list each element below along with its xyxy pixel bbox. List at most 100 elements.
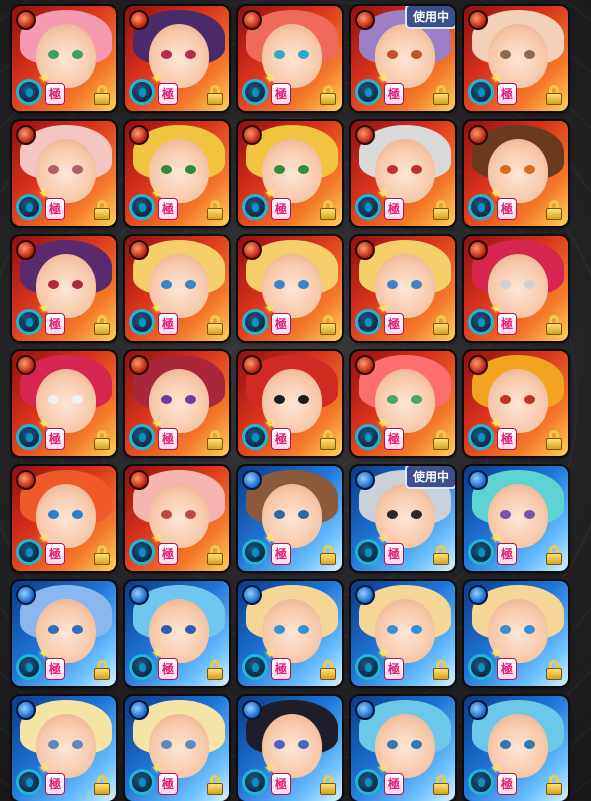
water-element-icon bbox=[242, 585, 262, 605]
portrait-eye bbox=[524, 50, 535, 59]
lock-icon[interactable] bbox=[207, 85, 223, 105]
lock-icon[interactable] bbox=[207, 430, 223, 450]
monster-card[interactable]: ✦ 極 bbox=[12, 236, 116, 341]
fire-element-icon bbox=[16, 125, 36, 145]
lock-icon[interactable] bbox=[207, 660, 223, 680]
kiwami-badge: 極 bbox=[271, 313, 292, 335]
lock-icon[interactable] bbox=[320, 775, 336, 795]
monster-card[interactable]: ✦ 極 bbox=[464, 696, 568, 801]
monster-card[interactable]: ✦ 極 bbox=[238, 466, 342, 571]
monster-card[interactable]: ✦ 極 bbox=[351, 581, 455, 686]
kiwami-badge: 極 bbox=[158, 83, 179, 105]
lock-icon[interactable] bbox=[433, 200, 449, 220]
monster-card[interactable]: ✦ 極 bbox=[125, 351, 229, 456]
lock-body bbox=[94, 323, 110, 335]
monster-card[interactable]: ✦ 極 bbox=[12, 121, 116, 226]
lock-icon[interactable] bbox=[433, 430, 449, 450]
lock-icon[interactable] bbox=[433, 315, 449, 335]
portrait-eye bbox=[185, 395, 196, 404]
monster-card[interactable]: ✦ 極 bbox=[464, 121, 568, 226]
lock-icon[interactable] bbox=[546, 85, 562, 105]
in-use-badge: 使用中 bbox=[404, 6, 455, 29]
portrait-eye bbox=[524, 395, 535, 404]
lock-body bbox=[433, 438, 449, 450]
lock-icon[interactable] bbox=[94, 660, 110, 680]
portrait-eye bbox=[161, 165, 172, 174]
lock-icon[interactable] bbox=[546, 545, 562, 565]
monster-card[interactable]: ✦ 極 bbox=[125, 696, 229, 801]
lock-icon[interactable] bbox=[94, 85, 110, 105]
lock-icon[interactable] bbox=[433, 85, 449, 105]
lock-icon[interactable] bbox=[546, 200, 562, 220]
monster-card[interactable]: ✦ 極 bbox=[125, 236, 229, 341]
portrait-eye bbox=[387, 165, 398, 174]
fire-element-icon bbox=[468, 10, 488, 30]
lock-icon[interactable] bbox=[207, 775, 223, 795]
monster-box-grid: ✦ 極 ✦ 極 ✦ 極 ✦ 極使用中 ✦ 極 ✦ 極 ✦ 極 ✦ 極 ✦ 極 ✦ 極 ✦ 極 ✦ 極 ✦ 極 ✦ 極 ✦ 極 ✦ 極 ✦ 極 ✦ 極 ✦… bbox=[12, 6, 582, 801]
monster-card[interactable]: ✦ 極 bbox=[12, 696, 116, 801]
portrait-eye bbox=[411, 740, 422, 749]
monster-card[interactable]: ✦ 極 bbox=[12, 466, 116, 571]
lock-icon[interactable] bbox=[207, 315, 223, 335]
monster-card[interactable]: ✦ 極使用中 bbox=[351, 466, 455, 571]
lock-icon[interactable] bbox=[433, 775, 449, 795]
monster-card[interactable]: ✦ 極 bbox=[125, 121, 229, 226]
monster-card[interactable]: ✦ 極 bbox=[464, 351, 568, 456]
monster-card[interactable]: ✦ 極 bbox=[125, 466, 229, 571]
monster-card[interactable]: ✦ 極 bbox=[351, 351, 455, 456]
lock-body bbox=[320, 783, 336, 795]
portrait-eye bbox=[185, 165, 196, 174]
fire-element-icon bbox=[16, 10, 36, 30]
kiwami-badge: 極 bbox=[45, 313, 66, 335]
lock-icon[interactable] bbox=[207, 200, 223, 220]
lock-icon[interactable] bbox=[546, 660, 562, 680]
monster-card[interactable]: ✦ 極 bbox=[238, 6, 342, 111]
monster-card[interactable]: ✦ 極 bbox=[238, 581, 342, 686]
lock-icon[interactable] bbox=[320, 200, 336, 220]
lock-icon[interactable] bbox=[320, 660, 336, 680]
portrait-eye bbox=[274, 50, 285, 59]
lock-body bbox=[320, 438, 336, 450]
lock-icon[interactable] bbox=[433, 545, 449, 565]
monster-card[interactable]: ✦ 極使用中 bbox=[351, 6, 455, 111]
portrait-eye bbox=[524, 165, 535, 174]
lock-icon[interactable] bbox=[94, 430, 110, 450]
monster-card[interactable]: ✦ 極 bbox=[238, 696, 342, 801]
monster-card[interactable]: ✦ 極 bbox=[351, 121, 455, 226]
monster-card[interactable]: ✦ 極 bbox=[238, 351, 342, 456]
lock-icon[interactable] bbox=[433, 660, 449, 680]
water-element-icon bbox=[468, 470, 488, 490]
lock-icon[interactable] bbox=[546, 430, 562, 450]
portrait-eye bbox=[387, 510, 398, 519]
lock-icon[interactable] bbox=[546, 315, 562, 335]
monster-card[interactable]: ✦ 極 bbox=[238, 236, 342, 341]
lock-icon[interactable] bbox=[320, 315, 336, 335]
monster-card[interactable]: ✦ 極 bbox=[125, 581, 229, 686]
monster-card[interactable]: ✦ 極 bbox=[12, 351, 116, 456]
monster-card[interactable]: ✦ 極 bbox=[464, 6, 568, 111]
kiwami-badge: 極 bbox=[45, 198, 66, 220]
lock-icon[interactable] bbox=[94, 775, 110, 795]
lock-icon[interactable] bbox=[320, 545, 336, 565]
monster-card[interactable]: ✦ 極 bbox=[351, 696, 455, 801]
monster-card[interactable]: ✦ 極 bbox=[12, 581, 116, 686]
lock-icon[interactable] bbox=[320, 430, 336, 450]
lock-icon[interactable] bbox=[207, 545, 223, 565]
monster-card[interactable]: ✦ 極 bbox=[464, 581, 568, 686]
lock-body bbox=[320, 323, 336, 335]
monster-card[interactable]: ✦ 極 bbox=[12, 6, 116, 111]
monster-card[interactable]: ✦ 極 bbox=[464, 466, 568, 571]
portrait-eye bbox=[72, 510, 83, 519]
water-element-icon bbox=[129, 585, 149, 605]
lock-icon[interactable] bbox=[94, 545, 110, 565]
portrait-eye bbox=[72, 280, 83, 289]
monster-card[interactable]: ✦ 極 bbox=[125, 6, 229, 111]
monster-card[interactable]: ✦ 極 bbox=[464, 236, 568, 341]
monster-card[interactable]: ✦ 極 bbox=[351, 236, 455, 341]
lock-icon[interactable] bbox=[94, 200, 110, 220]
lock-icon[interactable] bbox=[94, 315, 110, 335]
portrait-eye bbox=[274, 740, 285, 749]
lock-icon[interactable] bbox=[320, 85, 336, 105]
lock-icon[interactable] bbox=[546, 775, 562, 795]
monster-card[interactable]: ✦ 極 bbox=[238, 121, 342, 226]
